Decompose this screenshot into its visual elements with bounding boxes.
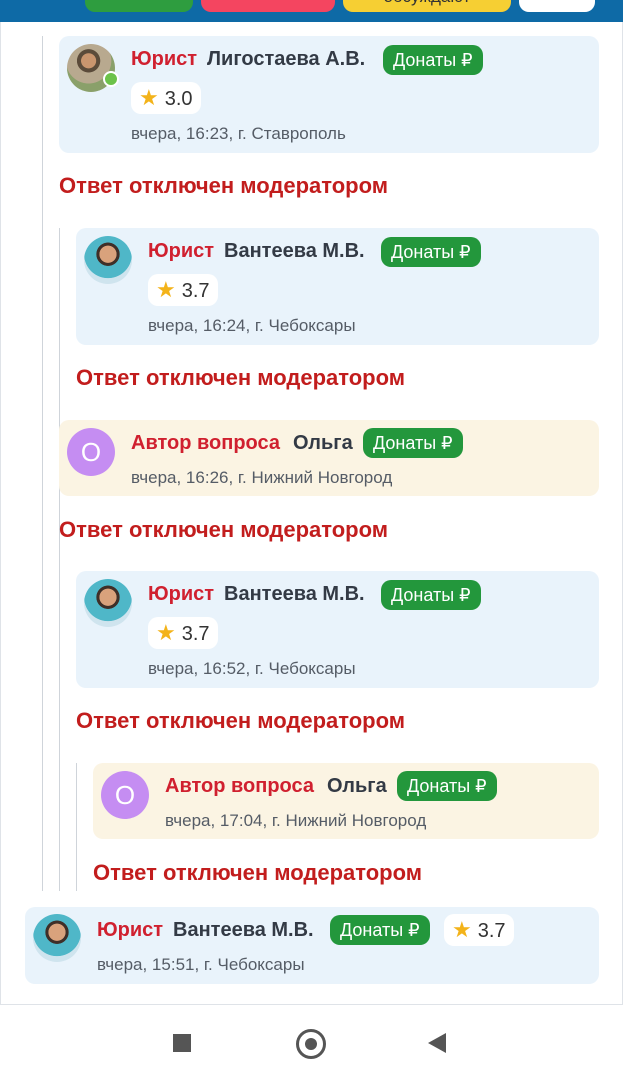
rating-badge: ★ 3.7 <box>444 914 514 946</box>
rating-badge: ★ 3.7 <box>148 617 218 649</box>
header-tab-white[interactable] <box>519 0 595 12</box>
comment-meta: вчера, 15:51, г. Чебоксары <box>97 955 305 974</box>
avatar[interactable] <box>33 914 81 962</box>
avatar[interactable] <box>84 236 132 284</box>
thread-line-level-3 <box>59 571 60 891</box>
author-name[interactable]: Вантеева М.В. <box>173 919 314 942</box>
author-role: Юрист <box>148 583 215 605</box>
rating-badge: ★ 3.7 <box>148 274 218 306</box>
comment-card: Юрист Вантеева М.В. Донаты ₽ ★ 3.7 вчера,… <box>25 907 599 984</box>
comment-meta: вчера, 16:23, г. Ставрополь <box>131 124 346 143</box>
back-triangle-icon[interactable] <box>428 1033 446 1053</box>
moderated-notice: Ответ отключен модератором <box>59 173 389 198</box>
comments-thread <box>0 22 623 1005</box>
rating-badge: ★ 3.0 <box>131 82 201 114</box>
moderated-notice: Ответ отключен модератором <box>76 365 406 390</box>
moderated-notice: Ответ отключен модератором <box>59 517 389 542</box>
author-role: Автор вопроса <box>165 775 314 797</box>
avatar[interactable]: О <box>101 771 149 819</box>
donate-button[interactable]: Донаты ₽ <box>383 45 483 75</box>
comment-card: Юрист Вантеева М.В. Донаты ₽ ★ 3.7 вчера,… <box>76 228 599 345</box>
comment-meta: вчера, 16:24, г. Чебоксары <box>148 316 356 335</box>
author-name[interactable]: Вантеева М.В. <box>224 240 365 263</box>
system-nav-bar <box>0 1006 623 1080</box>
rating-value: 3.7 <box>181 623 210 645</box>
star-icon: ★ <box>139 85 159 110</box>
star-icon: ★ <box>156 620 176 645</box>
avatar[interactable] <box>84 579 132 627</box>
rating-value: 3.7 <box>181 280 210 302</box>
comment-meta: вчера, 16:52, г. Чебоксары <box>148 659 356 678</box>
author-name[interactable]: Ольга <box>293 432 353 455</box>
author-name[interactable]: Вантеева М.В. <box>224 583 365 606</box>
author-role: Юрист <box>148 240 215 262</box>
moderated-notice: Ответ отключен модератором <box>93 860 423 885</box>
comment-card: Юрист Лигостаева А.В. Донаты ₽ ★ 3.0 вчер… <box>59 36 599 153</box>
rating-value: 3.0 <box>164 88 193 110</box>
star-icon: ★ <box>156 277 176 302</box>
moderated-notice: Ответ отключен модератором <box>76 708 406 733</box>
avatar[interactable]: О <box>67 428 115 476</box>
star-icon: ★ <box>452 917 472 942</box>
header-tab-red[interactable] <box>201 0 335 12</box>
comment-card: Юрист Вантеева М.В. Донаты ₽ ★ 3.7 вчера,… <box>76 571 599 688</box>
recents-square-icon[interactable] <box>173 1034 191 1052</box>
header-tab-discussing[interactable]: обсуждают <box>343 0 511 12</box>
comment-card: О Автор вопроса Ольга Донаты ₽ вчера, 17… <box>93 763 599 839</box>
header-tab-green[interactable] <box>85 0 193 12</box>
donate-button[interactable]: Донаты ₽ <box>363 428 463 458</box>
home-circle-icon[interactable] <box>296 1029 326 1059</box>
thread-line-level-1 <box>42 36 43 891</box>
author-name[interactable]: Ольга <box>327 775 387 798</box>
online-status-icon <box>103 71 119 87</box>
author-name[interactable]: Лигостаева А.В. <box>207 48 365 71</box>
comment-card: О Автор вопроса Ольга Донаты ₽ вчера, 16… <box>59 420 599 496</box>
author-role: Автор вопроса <box>131 432 280 454</box>
comment-meta: вчера, 17:04, г. Нижний Новгород <box>165 811 427 830</box>
author-role: Юрист <box>97 919 164 941</box>
author-role: Юрист <box>131 48 198 70</box>
comment-meta: вчера, 16:26, г. Нижний Новгород <box>131 468 393 487</box>
donate-button[interactable]: Донаты ₽ <box>397 771 497 801</box>
donate-button[interactable]: Донаты ₽ <box>381 580 481 610</box>
rating-value: 3.7 <box>477 920 506 942</box>
top-header-bar: обсуждают <box>0 0 623 22</box>
home-circle-inner <box>305 1038 317 1050</box>
donate-button[interactable]: Донаты ₽ <box>330 915 430 945</box>
donate-button[interactable]: Донаты ₽ <box>381 237 481 267</box>
thread-line-level-4 <box>76 763 77 891</box>
